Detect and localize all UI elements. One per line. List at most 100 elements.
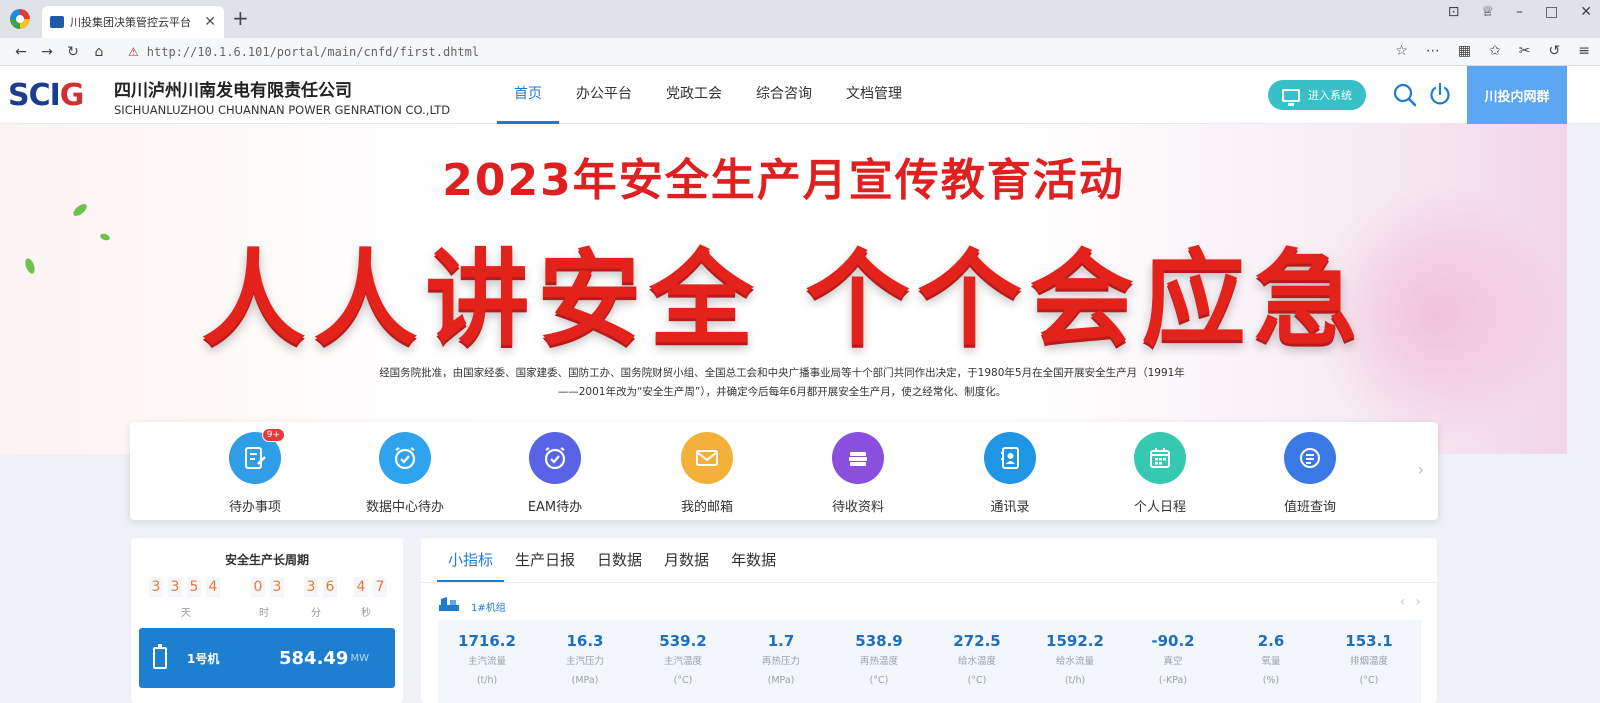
tab-monthly-data[interactable]: 月数据 — [653, 538, 720, 582]
metrics-tabs: 小指标 生产日报 日数据 月数据 年数据 — [437, 538, 787, 582]
metric-item[interactable]: 1592.2 给水流量 (t/h) — [1026, 632, 1124, 686]
nav-party-union[interactable]: 党政工会 — [649, 66, 739, 124]
metric-unit: (°C) — [869, 675, 889, 686]
generator-unit-card[interactable]: 1号机 584.49 MW — [139, 628, 395, 688]
metric-item[interactable]: 1.7 再热压力 (MPa) — [732, 632, 830, 686]
chevron-right-icon[interactable]: › — [1418, 460, 1424, 479]
logo-text-g: G — [59, 78, 85, 113]
banner-description: 经国务院批准，由国家经委、国家建委、国防工办、国务院财贸小组、全国总工会和中央广… — [282, 364, 1282, 402]
window-controls: ⊡ ♕ – □ ✕ — [1448, 4, 1592, 20]
security-warning-icon[interactable]: ⚠ — [128, 45, 139, 59]
home-icon[interactable]: ⌂ — [88, 44, 110, 60]
nav-office[interactable]: 办公平台 — [559, 66, 649, 124]
quick-link-duty-query[interactable]: 值班查询 — [1260, 432, 1360, 515]
metric-unit: (%) — [1262, 675, 1280, 686]
quick-link-label: 待收资料 — [831, 500, 884, 515]
metric-value: 2.6 — [1257, 632, 1285, 650]
enter-system-label: 进入系统 — [1308, 89, 1352, 102]
reload-icon[interactable]: ↻ — [62, 44, 84, 60]
favorites-icon[interactable]: ✩ — [1489, 43, 1501, 59]
new-tab-icon[interactable]: + — [232, 6, 249, 30]
metric-item[interactable]: 272.5 给水温度 (°C) — [928, 632, 1026, 686]
tab-yearly-data[interactable]: 年数据 — [720, 538, 787, 582]
site-header: SCIG 四川泸州川南发电有限责任公司 SICHUANLUZHOU CHUANN… — [0, 66, 1600, 124]
metric-item[interactable]: 1716.2 主汽流量 (t/h) — [438, 632, 536, 686]
quick-link-schedule[interactable]: 个人日程 — [1110, 432, 1210, 515]
metric-unit: (°C) — [1359, 675, 1379, 686]
quick-link-mailbox[interactable]: 我的邮箱 — [657, 432, 757, 515]
tab-close-icon[interactable]: ✕ — [204, 14, 216, 30]
close-window-icon[interactable]: ✕ — [1580, 4, 1592, 20]
metric-item[interactable]: 2.6 氧量 (%) — [1222, 632, 1320, 686]
enter-system-button[interactable]: 进入系统 — [1268, 80, 1366, 110]
list-check-icon — [1284, 432, 1336, 484]
envelope-icon — [681, 432, 733, 484]
metric-name: 再热压力 — [761, 656, 800, 667]
banner-slogan: 人人讲安全 个个会应急 — [201, 238, 1366, 360]
metric-name: 排烟温度 — [1349, 656, 1388, 667]
forward-icon[interactable]: → — [36, 44, 58, 60]
battery-icon — [153, 644, 167, 669]
quick-link-datacenter-todo[interactable]: 数据中心待办 — [355, 432, 455, 515]
quick-link-label: 个人日程 — [1133, 500, 1186, 515]
quick-link-todo[interactable]: 9+ 待办事项 — [205, 428, 305, 515]
pin-icon[interactable]: ⊡ — [1448, 4, 1460, 20]
maximize-icon[interactable]: □ — [1545, 4, 1558, 20]
chevron-left-icon[interactable]: ‹ — [1400, 594, 1406, 610]
url-field[interactable]: http://10.1.6.101/portal/main/cnfd/first… — [147, 45, 479, 59]
more-icon[interactable]: ⋯ — [1426, 43, 1440, 59]
stack-icon — [832, 432, 884, 484]
contacts-book-icon — [984, 432, 1036, 484]
tab-title: 川投集团决策管控云平台 — [70, 16, 191, 29]
metric-name: 主汽温度 — [663, 656, 702, 667]
tab-small-indicators[interactable]: 小指标 — [437, 538, 505, 582]
metric-item[interactable]: 16.3 主汽压力 (MPa) — [536, 632, 634, 686]
quick-link-label: 值班查询 — [1283, 500, 1336, 515]
menu-icon[interactable]: ≡ — [1578, 43, 1590, 59]
back-icon[interactable]: ← — [10, 44, 32, 60]
counter-digit: 4 — [354, 577, 368, 597]
browser-logo-icon[interactable] — [10, 9, 30, 29]
quick-link-label: 我的邮箱 — [680, 500, 733, 515]
metric-unit: (MPa) — [767, 675, 795, 686]
nav-home[interactable]: 首页 — [497, 66, 559, 124]
metric-unit: (t/h) — [476, 675, 498, 686]
metric-value: 1716.2 — [458, 632, 516, 650]
quick-link-pending-materials[interactable]: 待收资料 — [808, 432, 908, 515]
shirt-skin-icon[interactable]: ♕ — [1481, 4, 1494, 20]
quick-links-panel: 9+ 待办事项 数据中心待办 EAM待办 我的邮箱 待收资料 通讯录 个人日程 … — [130, 422, 1438, 520]
power-icon[interactable] — [1427, 81, 1453, 107]
metrics-pager: ‹ › — [1400, 594, 1421, 610]
nav-consulting[interactable]: 综合咨询 — [739, 66, 829, 124]
apps-grid-icon[interactable]: ▦ — [1458, 43, 1471, 59]
tab-daily-report[interactable]: 生产日报 — [504, 538, 586, 582]
metric-item[interactable]: 153.1 排烟温度 (°C) — [1320, 632, 1418, 686]
metric-unit: (t/h) — [1064, 675, 1086, 686]
browser-tab[interactable]: 川投集团决策管控云平台 ✕ — [42, 6, 224, 38]
intranet-button[interactable]: 川投内网群 — [1467, 66, 1567, 124]
metric-item[interactable]: 539.2 主汽温度 (°C) — [634, 632, 732, 686]
quick-link-eam-todo[interactable]: EAM待办 — [505, 432, 605, 515]
counter-unit-minute: 分 — [311, 608, 321, 619]
generator-unit-name: 1号机 — [187, 651, 220, 666]
chevron-right-icon[interactable]: › — [1415, 594, 1421, 610]
edit-document-icon: 9+ — [229, 428, 285, 484]
company-logo[interactable]: SCIG — [8, 78, 85, 113]
search-icon[interactable] — [1392, 82, 1418, 108]
counter-digit: 6 — [323, 577, 337, 597]
bookmark-star-icon[interactable]: ☆ — [1395, 43, 1408, 59]
minimize-icon[interactable]: – — [1516, 4, 1523, 20]
nav-documents[interactable]: 文档管理 — [829, 66, 919, 124]
undo-icon[interactable]: ↺ — [1549, 43, 1561, 59]
tab-daily-data[interactable]: 日数据 — [586, 538, 653, 582]
banner-title: 2023年安全生产月宣传教育活动 — [442, 155, 1125, 206]
banner[interactable]: 2023年安全生产月宣传教育活动 人人讲安全 个个会应急 经国务院批准，由国家经… — [0, 124, 1567, 454]
scissors-icon[interactable]: ✂ — [1519, 43, 1531, 59]
metric-item[interactable]: -90.2 真空 (-KPa) — [1124, 632, 1222, 686]
company-name-cn: 四川泸州川南发电有限责任公司 — [114, 81, 352, 101]
metric-item[interactable]: 538.9 再热温度 (°C) — [830, 632, 928, 686]
metrics-grid: 1716.2 主汽流量 (t/h) 16.3 主汽压力 (MPa) 539.2 … — [438, 620, 1421, 703]
metric-value: 1592.2 — [1046, 632, 1104, 650]
metric-name: 再热温度 — [859, 656, 898, 667]
quick-link-contacts[interactable]: 通讯录 — [960, 432, 1060, 515]
